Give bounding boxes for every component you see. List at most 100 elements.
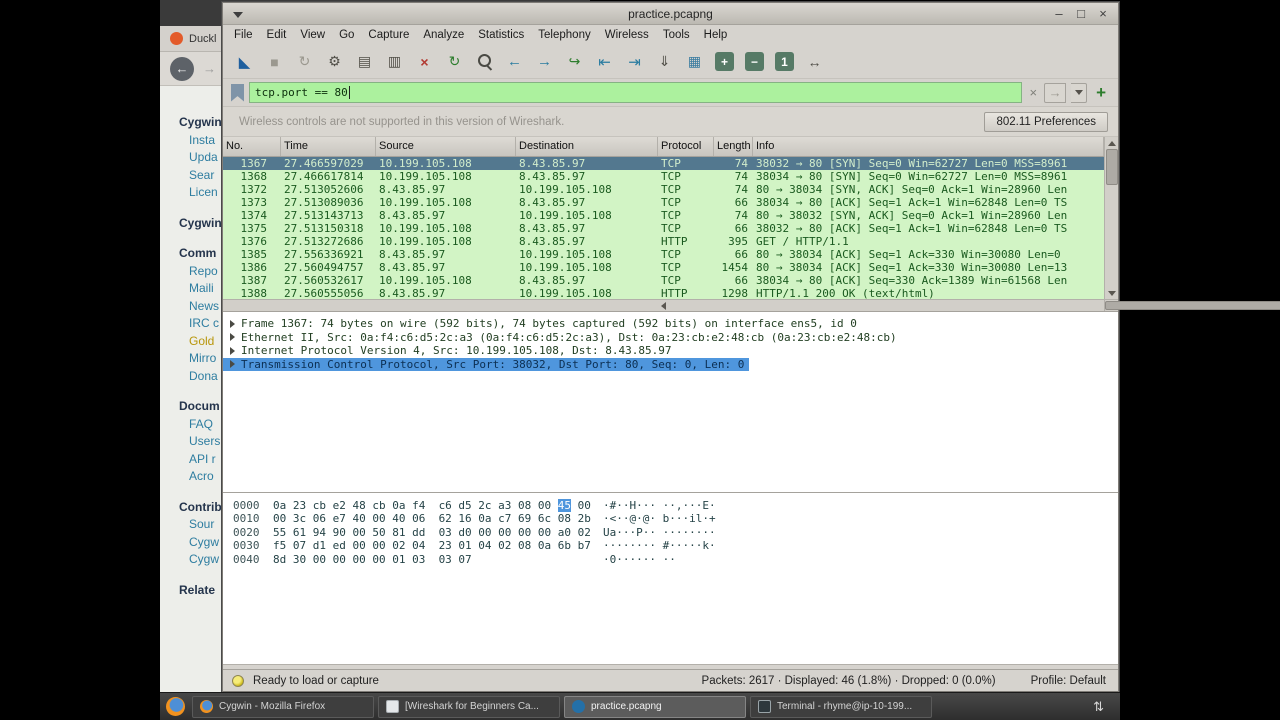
browser-back-button[interactable]: ←: [170, 56, 194, 81]
menu-item[interactable]: Telephony: [531, 29, 597, 41]
column-header[interactable]: No.: [223, 137, 281, 156]
stop-capture-icon[interactable]: ■: [261, 50, 288, 74]
detail-row[interactable]: Transmission Control Protocol, Src Port:…: [223, 357, 750, 371]
tab-title: Duckl: [189, 32, 217, 45]
expander-icon[interactable]: [230, 333, 235, 342]
column-header[interactable]: Protocol: [658, 137, 714, 156]
reload-file-icon[interactable]: ↻: [441, 50, 468, 74]
menu-item[interactable]: Analyze: [416, 29, 471, 41]
go-to-packet-icon[interactable]: ↪: [561, 50, 588, 74]
wireless-preferences-button[interactable]: 802.11 Preferences: [984, 111, 1108, 132]
filter-clear-icon[interactable]: ×: [1027, 85, 1039, 100]
scroll-down-icon[interactable]: [1105, 287, 1118, 299]
detail-row[interactable]: Frame 1367: 74 bytes on wire (592 bits),…: [223, 317, 1118, 331]
column-header[interactable]: Source: [376, 137, 516, 156]
expander-icon[interactable]: [230, 319, 235, 328]
taskbar-task[interactable]: [Wireshark for Beginners Ca...: [378, 695, 560, 718]
packet-row[interactable]: 1367 27.466597029 10.199.105.108 8.43.85…: [223, 157, 1104, 170]
hex-row[interactable]: 0040 8d 30 00 00 00 00 01 03 03 07·0·····…: [233, 553, 1118, 566]
menu-item[interactable]: Statistics: [471, 29, 531, 41]
packet-row[interactable]: 1388 27.560555056 8.43.85.97 10.199.105.…: [223, 287, 1104, 299]
filter-value: tcp.port == 80: [255, 86, 348, 99]
packet-row[interactable]: 1385 27.556336921 8.43.85.97 10.199.105.…: [223, 248, 1104, 261]
maximize-button[interactable]: □: [1074, 4, 1088, 24]
packet-row[interactable]: 1373 27.513089036 10.199.105.108 8.43.85…: [223, 196, 1104, 209]
restart-capture-icon[interactable]: ↻: [291, 50, 318, 74]
capture-options-icon[interactable]: ⚙: [321, 50, 348, 74]
packet-row[interactable]: 1386 27.560494757 8.43.85.97 10.199.105.…: [223, 261, 1104, 274]
hex-row[interactable]: 0030 f5 07 d1 ed 00 00 02 04 23 01 04 02 …: [233, 539, 1118, 552]
go-first-icon[interactable]: ⇤: [591, 50, 618, 74]
menu-item[interactable]: Help: [697, 29, 735, 41]
resize-columns-icon[interactable]: ↔: [801, 50, 828, 74]
minimize-button[interactable]: –: [1052, 4, 1066, 24]
vertical-scrollbar[interactable]: [1104, 137, 1118, 299]
packet-row[interactable]: 1374 27.513143713 8.43.85.97 10.199.105.…: [223, 209, 1104, 222]
scrollbar-thumb[interactable]: [1105, 149, 1118, 185]
menu-item[interactable]: Wireless: [598, 29, 656, 41]
column-header[interactable]: Length: [714, 137, 753, 156]
hex-row[interactable]: 0000 0a 23 cb e2 48 cb 0a f4 c6 d5 2c a3 …: [233, 499, 1118, 512]
packet-row[interactable]: 1375 27.513150318 10.199.105.108 8.43.85…: [223, 222, 1104, 235]
find-packet-icon[interactable]: [471, 50, 498, 74]
detail-row[interactable]: Internet Protocol Version 4, Src: 10.199…: [223, 344, 1118, 358]
hex-row[interactable]: 0010 00 3c 06 e7 40 00 40 06 62 16 0a c7 …: [233, 512, 1118, 525]
hex-bytes: f5 07 d1 ed 00 00 02 04 23 01 04 02 08 0…: [273, 539, 591, 553]
hex-row[interactable]: 0020 55 61 94 90 00 50 81 dd 03 d0 00 00 …: [233, 526, 1118, 539]
browser-forward-button[interactable]: →: [203, 61, 216, 76]
go-back-icon[interactable]: ←: [501, 50, 528, 74]
firefox-launcher-icon[interactable]: [166, 697, 185, 716]
main-toolbar: ◣ ■ ↻ ⚙ ▤ ▥ × ↻ ← → ↪ ⇤ ⇥ ⇓ ▦ + − 1 ↔: [223, 45, 1118, 79]
menu-item[interactable]: Tools: [656, 29, 697, 41]
zoom-out-icon[interactable]: −: [745, 52, 764, 71]
zoom-in-icon[interactable]: +: [715, 52, 734, 71]
expert-info-icon[interactable]: [232, 674, 244, 687]
expander-icon[interactable]: [230, 346, 235, 355]
open-file-icon[interactable]: ▤: [351, 50, 378, 74]
colorize-icon[interactable]: ▦: [681, 50, 708, 74]
taskbar-task[interactable]: Cygwin - Mozilla Firefox: [192, 695, 374, 718]
start-capture-icon[interactable]: ◣: [231, 50, 258, 74]
go-forward-icon[interactable]: →: [531, 50, 558, 74]
zoom-orig-icon[interactable]: 1: [775, 52, 794, 71]
scroll-left-icon[interactable]: [223, 300, 1104, 312]
column-header[interactable]: Destination: [516, 137, 658, 156]
taskbar-task[interactable]: Terminal - rhyme@ip-10-199...: [750, 695, 932, 718]
menu-item[interactable]: Go: [332, 29, 361, 41]
filter-dropdown-icon[interactable]: [1071, 82, 1088, 103]
network-tray-icon[interactable]: ⇅: [1093, 699, 1112, 715]
filter-add-icon[interactable]: +: [1092, 83, 1110, 103]
title-bar[interactable]: practice.pcapng – □ ×: [223, 3, 1118, 25]
packet-row[interactable]: 1376 27.513272686 10.199.105.108 8.43.85…: [223, 235, 1104, 248]
packet-row[interactable]: 1372 27.513052606 8.43.85.97 10.199.105.…: [223, 183, 1104, 196]
taskbar-task[interactable]: practice.pcapng: [564, 695, 746, 718]
filter-apply-icon[interactable]: →: [1044, 82, 1067, 103]
detail-row[interactable]: Ethernet II, Src: 0a:f4:c6:d5:2c:a3 (0a:…: [223, 331, 1118, 345]
menu-item[interactable]: View: [293, 29, 332, 41]
screen: Duckl ← → Cygwin Insta Upda Sear Licen C…: [0, 0, 1280, 720]
filter-input[interactable]: tcp.port == 80: [249, 82, 1023, 103]
status-bar: Ready to load or capture Packets: 2617 ·…: [223, 669, 1118, 691]
scroll-up-icon[interactable]: [1105, 137, 1118, 149]
packet-row[interactable]: 1387 27.560532617 10.199.105.108 8.43.85…: [223, 274, 1104, 287]
go-last-icon[interactable]: ⇥: [621, 50, 648, 74]
status-profile[interactable]: Profile: Default: [1031, 675, 1106, 687]
close-file-icon[interactable]: ×: [411, 50, 438, 74]
save-file-icon[interactable]: ▥: [381, 50, 408, 74]
menu-item[interactable]: File: [227, 29, 260, 41]
expander-icon[interactable]: [230, 360, 235, 369]
menu-item[interactable]: Capture: [361, 29, 416, 41]
menu-item[interactable]: Edit: [260, 29, 294, 41]
horizontal-scrollbar[interactable]: [223, 300, 1280, 312]
column-header[interactable]: Info: [753, 137, 1104, 156]
auto-scroll-icon[interactable]: ⇓: [651, 50, 678, 74]
hscrollbar-thumb[interactable]: [1105, 301, 1280, 310]
filter-bar: tcp.port == 80 × → +: [223, 79, 1118, 107]
close-button[interactable]: ×: [1096, 4, 1110, 24]
taskbar: Cygwin - Mozilla Firefox [Wireshark for …: [160, 692, 1120, 720]
wireshark-window[interactable]: practice.pcapng – □ × File Edit View Go …: [222, 2, 1280, 692]
packet-row[interactable]: 1368 27.466617814 10.199.105.108 8.43.85…: [223, 170, 1104, 183]
filter-bookmark-icon[interactable]: [231, 83, 244, 102]
window-controls: – □ ×: [1052, 4, 1118, 24]
column-header[interactable]: Time: [281, 137, 376, 156]
